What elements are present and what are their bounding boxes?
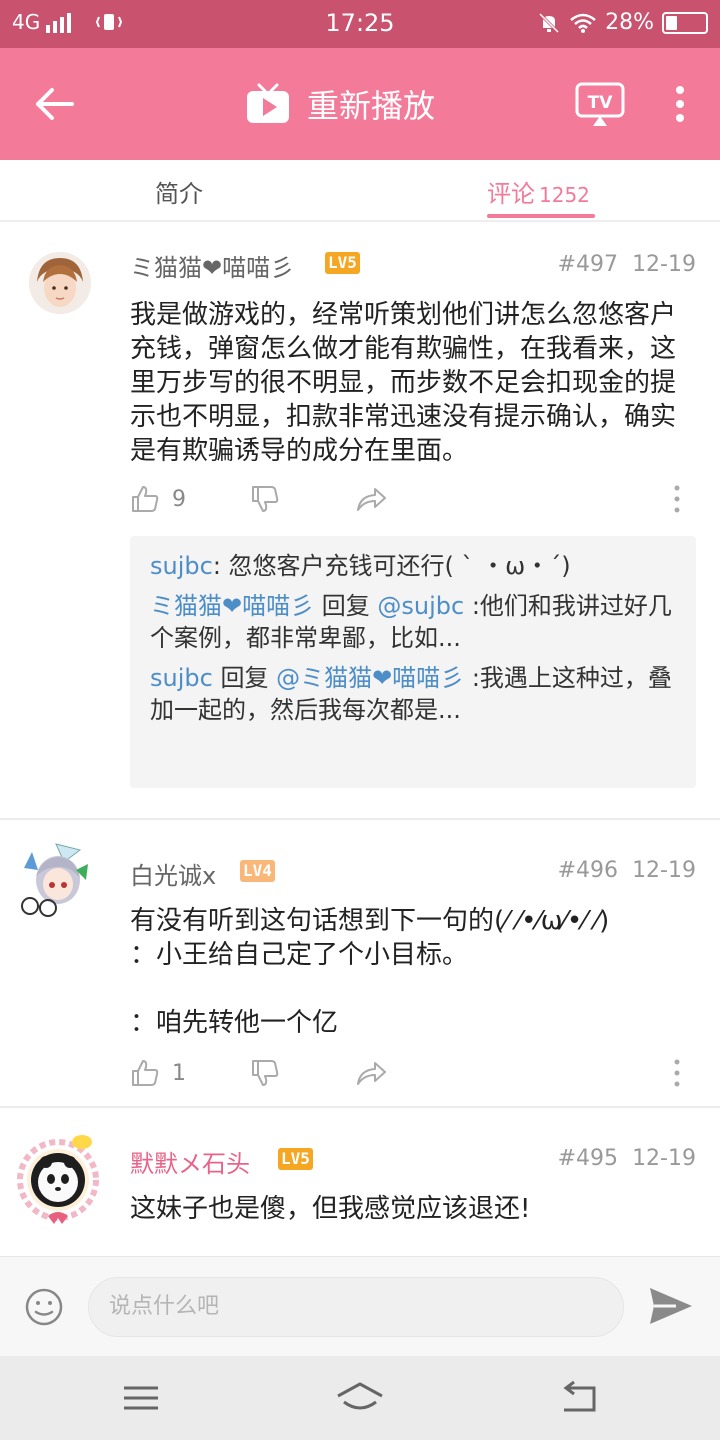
tab-comments-label: 评论 [487,180,535,208]
comment-date: 12-19 [632,252,696,277]
like-button[interactable]: 9 [130,484,186,514]
send-icon[interactable] [648,1285,694,1327]
title-group: 重新播放 [245,80,435,128]
comment-content: 有没有听到这句话想到下一句的(⁄ ⁄•⁄ω⁄•⁄ ⁄) ：小王给自己定了个小目标… [130,906,610,1038]
back-arrow-icon[interactable] [30,80,80,128]
like-count: 9 [172,486,186,512]
thumb-down-icon[interactable] [250,484,280,514]
thumb-up-icon [132,1060,159,1086]
status-right: 28% [537,10,708,35]
page-title: 重新播放 [307,87,436,125]
comment-floor: #495 [557,1146,619,1171]
comment-username[interactable]: 白光诚x [130,856,216,891]
avatar[interactable] [29,252,91,314]
battery-icon [662,11,708,34]
comment-input[interactable]: 说点什么吧 [88,1277,624,1337]
home-icon[interactable] [335,1380,385,1416]
comment-actions: 1 [130,1058,695,1092]
wifi-icon [570,13,596,33]
reply-author[interactable]: ミ猫猫❤喵喵彡 [150,592,314,620]
like-button[interactable]: 1 [130,1058,186,1088]
comment-content: 这妹子也是傻，但我感觉应该退还! [130,1194,531,1224]
system-nav-bar [0,1356,720,1440]
like-count: 1 [172,1060,186,1086]
comment-date: 12-19 [632,858,696,883]
more-vertical-icon[interactable] [668,84,692,124]
reply-author[interactable]: sujbc [150,552,213,580]
reply-item[interactable]: sujbc 回复 @ミ猫猫❤喵喵彡 :我遇上这种过，叠加一起的，然后我每次都是.… [150,662,676,726]
comment-date: 12-19 [632,1146,696,1171]
reply-target[interactable]: @ミ猫猫❤喵喵彡 [276,664,464,692]
comment-meta: #496 12-19 [558,858,696,883]
tab-indicator [487,214,595,218]
reply-item[interactable]: ミ猫猫❤喵喵彡 回复 @sujbc :他们和我讲过好几个案例，都非常卑鄙，比如.… [150,590,676,654]
svg-text:TV: TV [588,93,614,113]
comment-username[interactable]: 默默メ石头 [130,1144,250,1179]
comment-more-icon[interactable] [673,1058,681,1088]
reply-box[interactable]: sujbc: 忽悠客户充钱可还行( ` ・ω・´) ミ猫猫❤喵喵彡 回复 @su… [130,536,696,788]
menu-icon[interactable] [116,1380,166,1416]
comment-floor: #497 [557,252,619,277]
level-badge: LV4 [240,860,275,882]
comment-input-bar: 说点什么吧 [0,1256,720,1356]
emoji-icon[interactable] [24,1287,64,1327]
comment-meta: #495 12-19 [558,1146,696,1171]
comment-item: 默默メ石头 LV5 #495 12-19 这妹子也是傻，但我感觉应该退还! [0,1108,720,1256]
comment-meta: #497 12-19 [558,252,696,277]
tab-bar: 简介 评论 1252 [0,160,720,222]
mute-bell-icon [539,12,560,33]
reply-author[interactable]: sujbc [150,664,213,692]
tv-logo-icon [247,83,289,123]
reply-verb: 回复 [212,664,277,692]
reply-verb: 回复 [314,592,378,620]
level-badge: LV5 [325,252,360,274]
tab-comments-count: 1252 [539,183,590,207]
thumb-down-icon[interactable] [250,1058,280,1088]
battery-percent: 28% [605,10,654,35]
comment-actions: 9 [130,484,695,518]
avatar[interactable] [18,840,98,920]
comment-item: 白光诚x LV4 #496 12-19 有没有听到这句话想到下一句的(⁄ ⁄•⁄ω… [0,820,720,1108]
comment-item: ミ猫猫❤喵喵彡 LV5 #497 12-19 我是做游戏的，经常听策划他们讲怎么忽… [0,224,720,820]
share-icon[interactable] [355,484,387,514]
reply-target[interactable]: @sujbc [377,592,464,620]
tab-comments[interactable]: 评论 1252 [487,174,590,209]
comment-floor: #496 [557,858,619,883]
comment-content: 我是做游戏的，经常听策划他们讲怎么忽悠客户充钱，弹窗怎么做才能有欺骗性，在我看来… [130,300,677,466]
comment-username[interactable]: ミ猫猫❤喵喵彡 [130,248,294,283]
level-badge: LV5 [278,1148,313,1170]
status-bar: 4G 17:25 28% [0,0,720,48]
app-bar: 重新播放 TV [0,48,720,160]
comment-more-icon[interactable] [673,484,681,514]
reply-item[interactable]: sujbc: 忽悠客户充钱可还行( ` ・ω・´) [150,550,676,582]
cast-tv-icon[interactable]: TV [575,82,625,128]
share-icon[interactable] [355,1058,387,1088]
back-nav-icon[interactable] [554,1380,604,1416]
reply-text: : 忽悠客户充钱可还行( ` ・ω・´) [212,552,571,580]
avatar[interactable] [10,1128,110,1228]
tab-intro[interactable]: 简介 [155,174,203,209]
thumb-up-icon [132,486,159,512]
